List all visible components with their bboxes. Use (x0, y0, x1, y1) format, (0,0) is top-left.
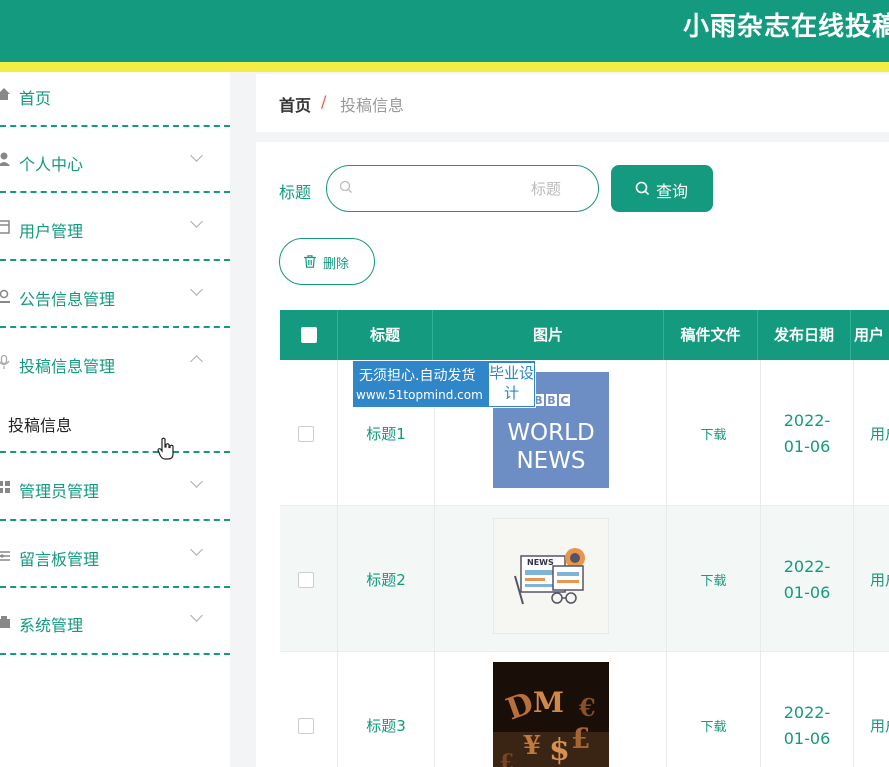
search-field[interactable] (326, 165, 599, 212)
download-link[interactable]: 下载 (667, 424, 760, 443)
sidebar-item-label: 投稿信息管理 (19, 357, 116, 376)
sidebar-item-home[interactable]: 首页 (0, 72, 230, 127)
trash-icon (304, 255, 316, 268)
notice-icon (0, 289, 10, 303)
watermark-url: www.51topmind.com (356, 388, 483, 402)
search-icon (339, 180, 352, 193)
column-header: 标题 (338, 310, 433, 360)
row-date: 2022-01-06 (783, 703, 831, 748)
sidebar-item-messages[interactable]: 留言板管理 (0, 521, 230, 588)
sidebar-subitem-submission-info[interactable]: 投稿信息 (0, 388, 230, 453)
search-input[interactable] (361, 176, 561, 202)
delete-button[interactable]: 删除 (279, 238, 375, 285)
sidebar-item-label: 管理员管理 (19, 482, 100, 501)
hand-cursor-icon (157, 437, 174, 460)
sidebar-item-label: 首页 (19, 89, 52, 108)
svg-text:C: C (560, 394, 568, 407)
sidebar-item-label: 留言板管理 (19, 550, 100, 569)
watermark-box: 毕业设计 (489, 363, 534, 406)
message-icon (0, 551, 10, 561)
chevron-down-icon (190, 475, 203, 488)
sidebar-item-label: 系统管理 (19, 616, 84, 635)
sidebar-item-system[interactable]: 系统管理 (0, 588, 230, 655)
sidebar-item-personal[interactable]: 个人中心 (0, 127, 230, 193)
row-user: 用户 (870, 571, 889, 589)
svg-text:¥: ¥ (523, 731, 541, 761)
row-title: 标题3 (366, 717, 406, 735)
svg-text:£: £ (499, 750, 514, 767)
app-title: 小雨杂志在线投稿 (682, 12, 889, 42)
select-all-header (280, 310, 338, 360)
column-header: 图片 (433, 310, 664, 360)
settings-icon (0, 616, 10, 628)
svg-text:£: £ (571, 722, 590, 755)
select-all-checkbox[interactable] (300, 327, 317, 343)
table-row: 标题3 D M ¥ $ £ € £ 下载 2022-01-06 用户 (280, 652, 889, 767)
watermark-line1: 无须担心.自动发货 (359, 368, 476, 384)
header-stripe (0, 62, 889, 72)
row-date: 2022-01-06 (783, 411, 831, 456)
watermark-banner: 无须担心.自动发货 www.51topmind.com 毕业设计 (352, 360, 536, 408)
svg-text:NEWS: NEWS (516, 448, 585, 474)
chevron-down-icon (190, 215, 203, 228)
sidebar-item-admins[interactable]: 管理员管理 (0, 453, 230, 521)
breadcrumb-home[interactable]: 首页 (279, 92, 311, 116)
svg-text:B: B (547, 394, 555, 407)
news-illustration-image: NEWS (493, 518, 609, 634)
sidebar-item-notices[interactable]: 公告信息管理 (0, 261, 230, 328)
grid-icon (0, 481, 10, 493)
chevron-down-icon (190, 543, 203, 556)
home-icon (0, 88, 10, 100)
row-checkbox[interactable] (298, 572, 314, 588)
sidebar: 首页 个人中心 用户管理 公告信息管理 投稿信息管理 投稿信息 管理员管理 留言… (0, 72, 230, 767)
svg-text:WORLD: WORLD (507, 420, 594, 446)
user-icon (0, 152, 10, 166)
download-link[interactable]: 下载 (667, 570, 760, 589)
breadcrumb: 首页 / 投稿信息 (256, 74, 889, 132)
svg-text:M: M (533, 686, 564, 719)
chevron-up-icon (190, 355, 203, 368)
sidebar-item-label: 公告信息管理 (19, 290, 116, 309)
users-icon (0, 220, 10, 234)
row-checkbox[interactable] (298, 718, 314, 734)
column-header: 用户 (851, 310, 889, 360)
row-user: 用户 (870, 717, 889, 735)
search-button[interactable]: 查询 (611, 165, 713, 212)
row-title: 标题2 (366, 571, 406, 589)
currency-symbols-image: D M ¥ $ £ € £ (493, 662, 609, 767)
row-checkbox[interactable] (298, 426, 314, 442)
column-header: 发布日期 (758, 310, 851, 360)
chevron-down-icon (190, 609, 203, 622)
top-header: 小雨杂志在线投稿 (0, 0, 889, 62)
breadcrumb-separator: / (321, 92, 327, 111)
search-icon (635, 181, 650, 196)
mic-icon (0, 355, 10, 369)
svg-text:€: € (578, 693, 596, 722)
table-row: 标题2 NEWS 下载 2022-01-06 用 (280, 506, 889, 652)
search-label: 标题 (279, 183, 312, 202)
sidebar-item-label: 个人中心 (19, 155, 84, 174)
sidebar-subitem-label: 投稿信息 (8, 416, 73, 435)
search-button-label: 查询 (656, 182, 689, 201)
row-date: 2022-01-06 (783, 557, 831, 602)
download-link[interactable]: 下载 (667, 716, 760, 735)
column-header: 稿件文件 (664, 310, 758, 360)
breadcrumb-current: 投稿信息 (340, 96, 405, 115)
svg-text:$: $ (549, 733, 570, 767)
row-title: 标题1 (366, 425, 406, 443)
sidebar-item-label: 用户管理 (19, 222, 84, 241)
chevron-down-icon (190, 283, 203, 296)
chevron-down-icon (190, 149, 203, 162)
svg-text:NEWS: NEWS (527, 558, 554, 567)
row-user: 用户 (870, 425, 889, 443)
delete-button-label: 删除 (323, 257, 350, 272)
sidebar-item-users[interactable]: 用户管理 (0, 193, 230, 261)
